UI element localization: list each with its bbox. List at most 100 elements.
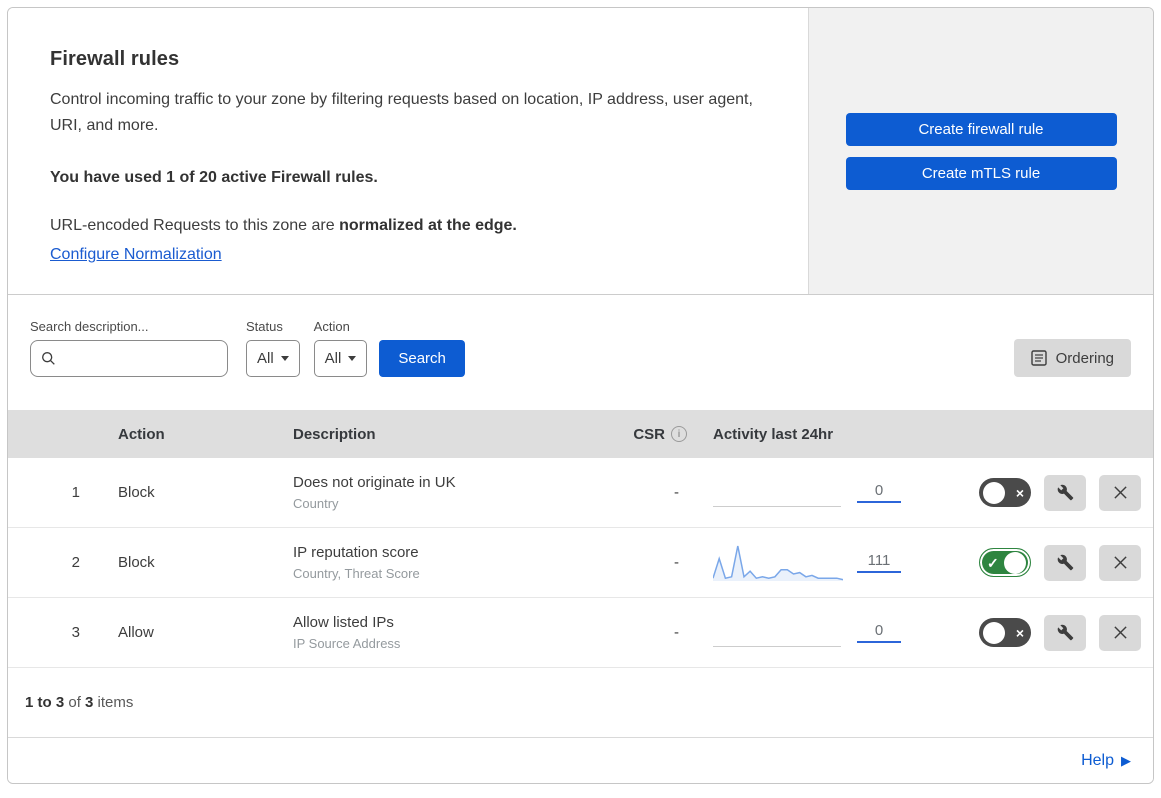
table-row: 1 Block Does not originate in UK Country… [8,458,1153,528]
row-description-cell: IP reputation score Country, Threat Scor… [273,544,628,581]
ordering-button[interactable]: Ordering [1013,339,1131,377]
wrench-icon [1057,554,1074,571]
pagination-of: of [64,694,86,711]
edit-rule-button[interactable] [1044,614,1086,651]
page-description: Control incoming traffic to your zone by… [50,91,753,134]
pagination-summary: 1 to 3 of 3 items [8,668,1153,738]
action-label: Action [313,319,350,334]
row-fields: IP Source Address [293,636,401,651]
firewall-rules-card: Firewall rules Control incoming traffic … [7,7,1154,784]
chevron-down-icon [280,356,289,361]
delete-rule-button[interactable] [1099,614,1141,651]
normalization-bold: normalized at the edge. [339,216,517,234]
toggle-state-icon: × [1015,484,1024,501]
row-fields: Country [293,496,339,511]
row-activity-cell: 0 [713,611,928,655]
row-description: IP reputation score [293,544,419,561]
help-row: Help ▶ [8,738,1153,783]
row-action: Block [118,484,155,501]
wrench-icon [1057,484,1074,501]
activity-count-link[interactable]: 111 [857,552,901,573]
row-priority: 2 [71,554,80,571]
activity-column-header: Activity last 24hr [713,425,834,443]
status-filter-group: Status All [246,319,300,377]
pagination-total: 3 [85,694,94,711]
filter-bar: Search description... Status All Action … [8,295,1153,410]
ordering-button-label: Ordering [1055,349,1114,367]
wrench-icon [1057,624,1074,641]
row-description-cell: Does not originate in UK Country [273,474,628,511]
row-controls: × [928,614,1153,651]
action-dropdown-value: All [324,350,342,367]
row-priority: 3 [71,624,80,641]
help-arrow-icon: ▶ [1121,752,1131,768]
header-actions-panel: Create firewall rule Create mTLS rule [808,8,1153,294]
enable-toggle[interactable]: × [979,478,1031,507]
table-body: 1 Block Does not originate in UK Country… [8,458,1153,668]
ordering-list-icon [1030,350,1047,366]
row-description-cell: Allow listed IPs IP Source Address [273,614,628,651]
search-text-field[interactable] [64,350,245,367]
search-group: Search description... [30,319,245,377]
header-section: Firewall rules Control incoming traffic … [8,8,1153,295]
enable-toggle[interactable]: ✓ [979,548,1031,577]
row-priority: 1 [71,484,80,501]
status-dropdown-value: All [257,350,274,367]
row-controls: ✓ [928,544,1153,581]
toggle-state-icon: ✓ [987,554,999,571]
configure-normalization-link[interactable]: Configure Normalization [50,246,222,264]
search-icon [41,351,56,366]
row-activity-cell: 111 [713,541,928,585]
csr-header-label: CSR [633,425,665,443]
activity-count-link[interactable]: 0 [857,482,901,503]
status-dropdown[interactable]: All [246,340,300,377]
help-link-label: Help [1081,751,1114,769]
delete-rule-button[interactable] [1099,474,1141,511]
create-mtls-rule-button[interactable]: Create mTLS rule [845,156,1117,190]
page-title: Firewall rules [50,48,180,70]
status-label: Status [246,319,283,334]
activity-sparkline [713,471,843,515]
chevron-down-icon [348,356,357,361]
usage-summary: You have used 1 of 20 active Firewall ru… [50,168,378,186]
header-text-block: Firewall rules Control incoming traffic … [8,8,808,294]
row-description: Does not originate in UK [293,474,456,491]
toggle-state-icon: × [1015,624,1024,641]
table-header-row: Action Description CSR i Activity last 2… [8,410,1153,458]
row-csr: - [674,624,679,641]
create-firewall-rule-button[interactable]: Create firewall rule [845,112,1117,146]
activity-count-link[interactable]: 0 [857,622,901,643]
toggle-knob [983,621,1005,644]
close-icon [1113,625,1128,640]
close-icon [1113,485,1128,500]
table-row: 2 Block IP reputation score Country, Thr… [8,528,1153,598]
action-dropdown[interactable]: All [313,340,368,377]
row-action: Block [118,554,155,571]
description-column-header: Description [293,425,376,443]
edit-rule-button[interactable] [1044,474,1086,511]
activity-sparkline [713,611,843,655]
search-button[interactable]: Search [379,340,465,377]
close-icon [1113,555,1128,570]
pagination-items: items [93,694,134,711]
normalization-note: URL-encoded Requests to this zone are no… [50,217,778,235]
row-fields: Country, Threat Score [293,566,420,581]
activity-sparkline [713,541,843,585]
row-action: Allow [118,624,154,641]
row-activity-cell: 0 [713,471,928,515]
toggle-knob [983,481,1005,504]
row-csr: - [674,484,679,501]
action-column-header: Action [118,425,165,443]
help-link[interactable]: Help ▶ [1081,752,1131,770]
row-controls: × [928,474,1153,511]
table-row: 3 Allow Allow listed IPs IP Source Addre… [8,598,1153,668]
pagination-range: 1 to 3 [25,694,65,711]
search-label: Search description... [30,319,149,334]
normalization-prefix: URL-encoded Requests to this zone are [50,216,340,234]
info-icon[interactable]: i [671,426,687,442]
edit-rule-button[interactable] [1044,544,1086,581]
csr-column-header: CSR i [628,426,713,443]
search-input[interactable] [30,340,245,377]
enable-toggle[interactable]: × [979,618,1031,647]
delete-rule-button[interactable] [1099,544,1141,581]
